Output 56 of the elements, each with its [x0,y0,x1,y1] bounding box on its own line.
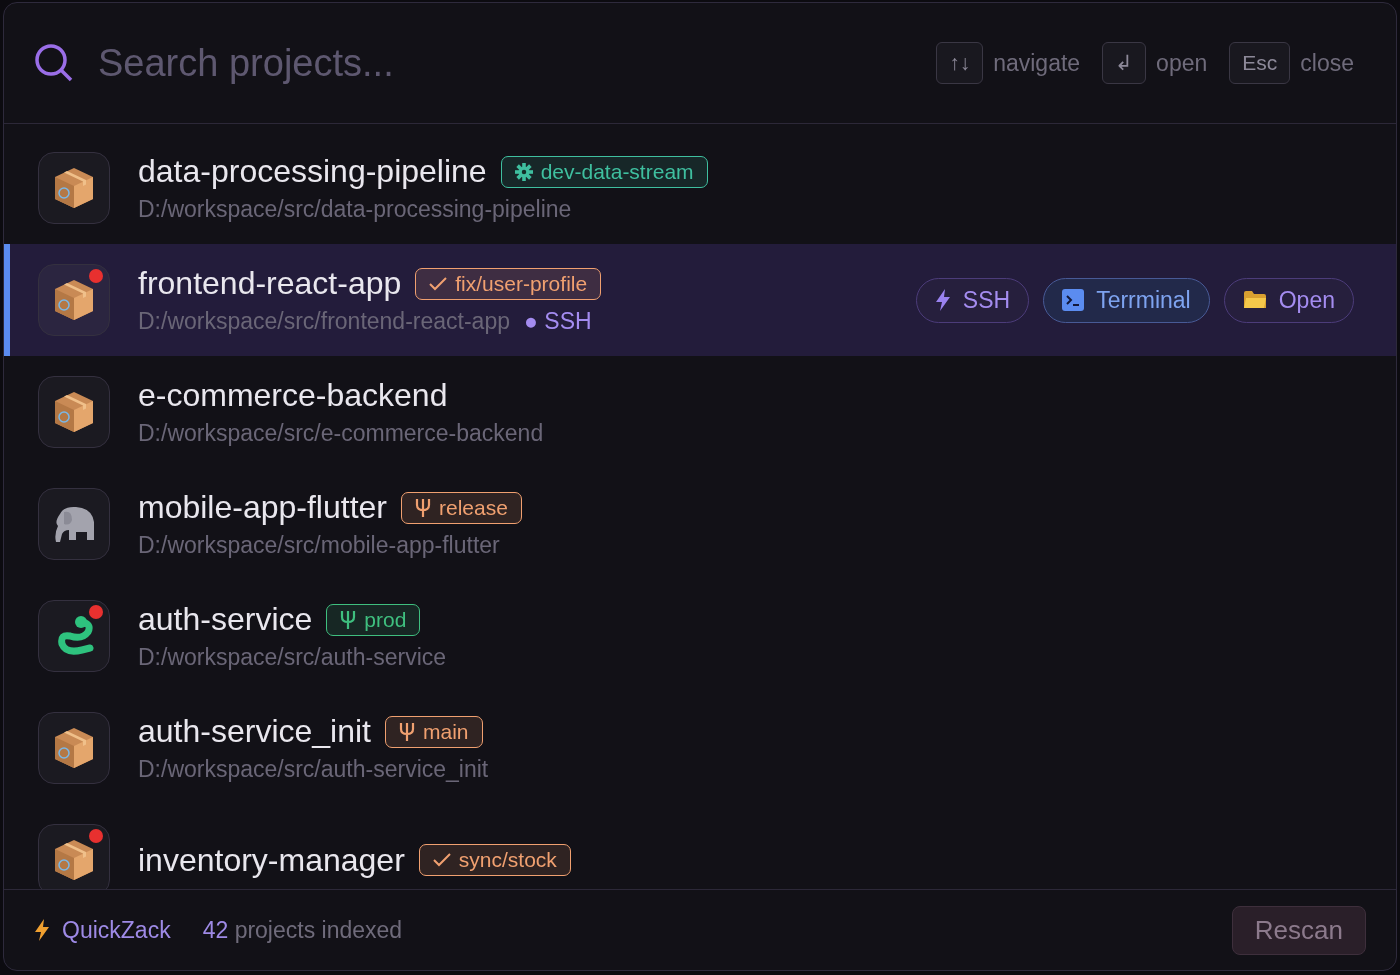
project-path: D:/workspace/src/data-processing-pipeline [138,196,572,223]
project-path: D:/workspace/src/auth-service_init [138,756,489,783]
branch-icon [399,721,415,742]
project-name: frontend-react-app [138,265,402,302]
search-field[interactable]: Search projects... [96,40,915,86]
package-icon [53,166,95,210]
project-row[interactable]: mobile-app-flutter release D:/workspace/src/mobile-app-flutter [4,468,1396,580]
app-brand: QuickZack [34,916,171,944]
branch-icon [415,497,431,518]
index-count: 42 projects indexed [202,916,403,944]
project-row[interactable]: inventory-manager sync/stock [4,804,1396,889]
action-button[interactable]: SSH [915,277,1030,323]
key-hint: ↑↓ [936,42,984,84]
package-icon [53,838,95,882]
key-hint: Esc [1229,42,1291,84]
project-name: data-processing-pipeline [138,153,487,190]
project-name: inventory-manager [138,841,405,879]
project-path: D:/workspace/src/frontend-react-app [138,308,510,335]
project-row[interactable]: auth-service prod D:/workspace/src/auth-service [4,580,1396,692]
project-row[interactable]: e-commerce-backend D:/workspace/src/e-commerce-backend [4,356,1396,468]
project-row[interactable]: data-processing-pipeline dev-data-stream D:/workspace/src/data-processing-pipeline [4,132,1396,244]
project-path: D:/workspace/src/mobile-app-flutter [138,532,500,559]
folder-icon [1242,290,1267,310]
key-hint: ↲ [1102,42,1147,84]
terminal-icon [1062,289,1085,311]
gear-icon [514,162,533,181]
package-icon [53,726,95,770]
check-icon [429,275,448,292]
project-name: auth-service [138,601,313,638]
lightning-icon [934,289,951,311]
package-icon [53,278,95,322]
branch-icon [340,609,357,630]
action-button[interactable]: Terrminal [1043,277,1210,323]
hint-label: close [1300,49,1354,77]
action-button[interactable]: Open [1223,277,1354,323]
branch-tag: dev-data-stream [500,155,708,188]
project-name: e-commerce-backend [138,377,448,414]
project-path: D:/workspace/src/e-commerce-backend [138,420,544,447]
lightning-icon [34,919,50,941]
project-row[interactable]: frontend-react-app fix/user-profile D:/workspace/src/frontend-react-app ● SSH SSH Terrminal Open [4,244,1396,356]
branch-tag: prod [326,603,421,636]
branch-tag: main [385,715,483,748]
hint-label: navigate [993,49,1081,77]
project-path: D:/workspace/src/auth-service [138,644,447,671]
branch-tag: fix/user-profile [415,267,602,300]
remote-label: ● SSH [524,308,592,335]
project-row[interactable]: auth-service_init main D:/workspace/src/auth-service_init [4,692,1396,804]
rescan-button[interactable]: Rescan [1231,905,1366,955]
project-name: auth-service_init [138,713,371,750]
branch-tag: sync/stock [418,844,571,876]
branch-tag: release [401,491,522,524]
package-icon [53,390,95,434]
hint-label: open [1156,49,1208,77]
project-name: mobile-app-flutter [138,489,387,526]
check-icon [432,852,451,868]
search-icon [34,43,74,83]
